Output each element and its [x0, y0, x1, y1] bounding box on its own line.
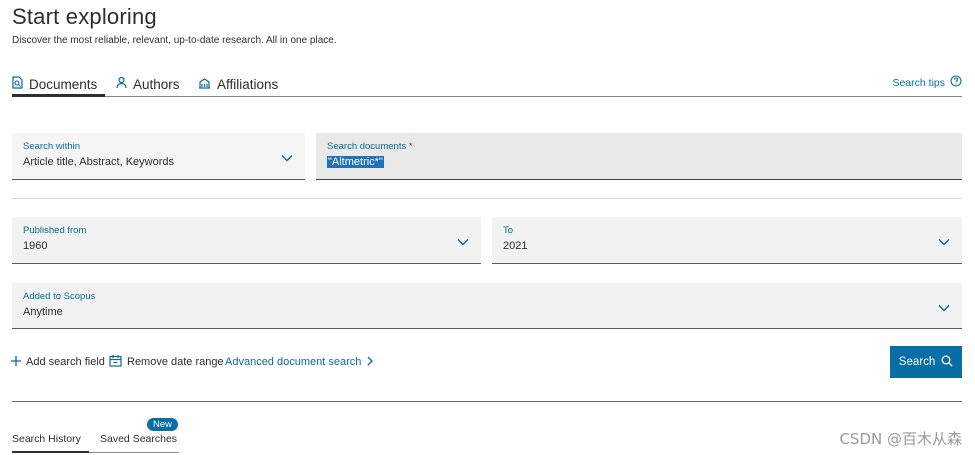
section-divider [12, 198, 962, 199]
tab-search-history[interactable]: Search History [12, 433, 81, 445]
document-search-icon [12, 76, 29, 92]
tabs-divider [12, 96, 962, 97]
plus-icon [11, 355, 26, 369]
tab-affiliations-label: Affiliations [217, 76, 279, 92]
tab-affiliations[interactable]: Affiliations [198, 73, 278, 95]
published-from-label: Published from [23, 225, 87, 236]
tab-underline [89, 452, 179, 453]
advanced-search-link[interactable]: Advanced document search [225, 354, 374, 370]
search-documents-input[interactable]: Search documents * "Altmetric*" [316, 133, 962, 180]
search-button-label: Search [898, 356, 936, 368]
search-within-select[interactable]: Search within Article title, Abstract, K… [12, 133, 305, 180]
person-icon [116, 76, 133, 92]
remove-date-range-label: Remove date range [127, 356, 224, 368]
search-within-value: Article title, Abstract, Keywords [23, 156, 174, 168]
search-button[interactable]: Search [890, 346, 962, 378]
search-icon [935, 355, 953, 370]
tab-active-indicator [12, 94, 105, 97]
published-to-select[interactable]: To 2021 [492, 217, 962, 264]
chevron-down-icon [457, 233, 469, 251]
search-tips-link[interactable]: Search tips [892, 75, 962, 90]
tab-documents[interactable]: Documents [12, 73, 97, 95]
search-within-label: Search within [23, 141, 81, 152]
tab-active-indicator [12, 451, 89, 453]
chevron-down-icon [938, 233, 950, 251]
help-circle-icon [945, 75, 962, 90]
search-documents-value[interactable]: "Altmetric*" [327, 156, 384, 168]
published-from-value: 1960 [23, 240, 48, 252]
add-search-field-label: Add search field [26, 356, 105, 368]
bottom-divider [12, 401, 962, 402]
tab-authors[interactable]: Authors [116, 73, 180, 95]
search-documents-label: Search documents [327, 141, 407, 152]
published-to-label: To [503, 225, 514, 236]
add-search-field-button[interactable]: Add search field [11, 354, 105, 370]
tab-authors-label: Authors [133, 76, 180, 92]
required-marker: * [408, 141, 413, 152]
search-documents-value-wrap: "Altmetric*" [327, 156, 384, 168]
chevron-down-icon [938, 299, 950, 317]
chevron-right-icon [361, 356, 374, 369]
added-to-scopus-label: Added to Scopus [23, 291, 96, 302]
new-badge: New [147, 418, 179, 431]
added-to-scopus-value: Anytime [23, 306, 63, 318]
search-tips-label: Search tips [892, 76, 945, 89]
advanced-search-label: Advanced document search [225, 356, 362, 368]
page-subtitle: Discover the most reliable, relevant, up… [12, 35, 337, 46]
remove-date-range-button[interactable]: Remove date range [109, 354, 224, 370]
page-title: Start exploring [12, 4, 157, 29]
building-icon [198, 77, 217, 92]
search-documents-label-wrap: Search documents * [327, 141, 413, 152]
tab-saved-searches[interactable]: Saved Searches [100, 433, 177, 445]
watermark: CSDN @百木从森 [839, 430, 962, 448]
added-to-scopus-select[interactable]: Added to Scopus Anytime [12, 283, 962, 329]
calendar-icon [109, 354, 127, 370]
published-to-value: 2021 [503, 240, 528, 252]
published-from-select[interactable]: Published from 1960 [12, 217, 481, 264]
chevron-down-icon [281, 149, 293, 167]
tab-documents-label: Documents [29, 76, 98, 92]
